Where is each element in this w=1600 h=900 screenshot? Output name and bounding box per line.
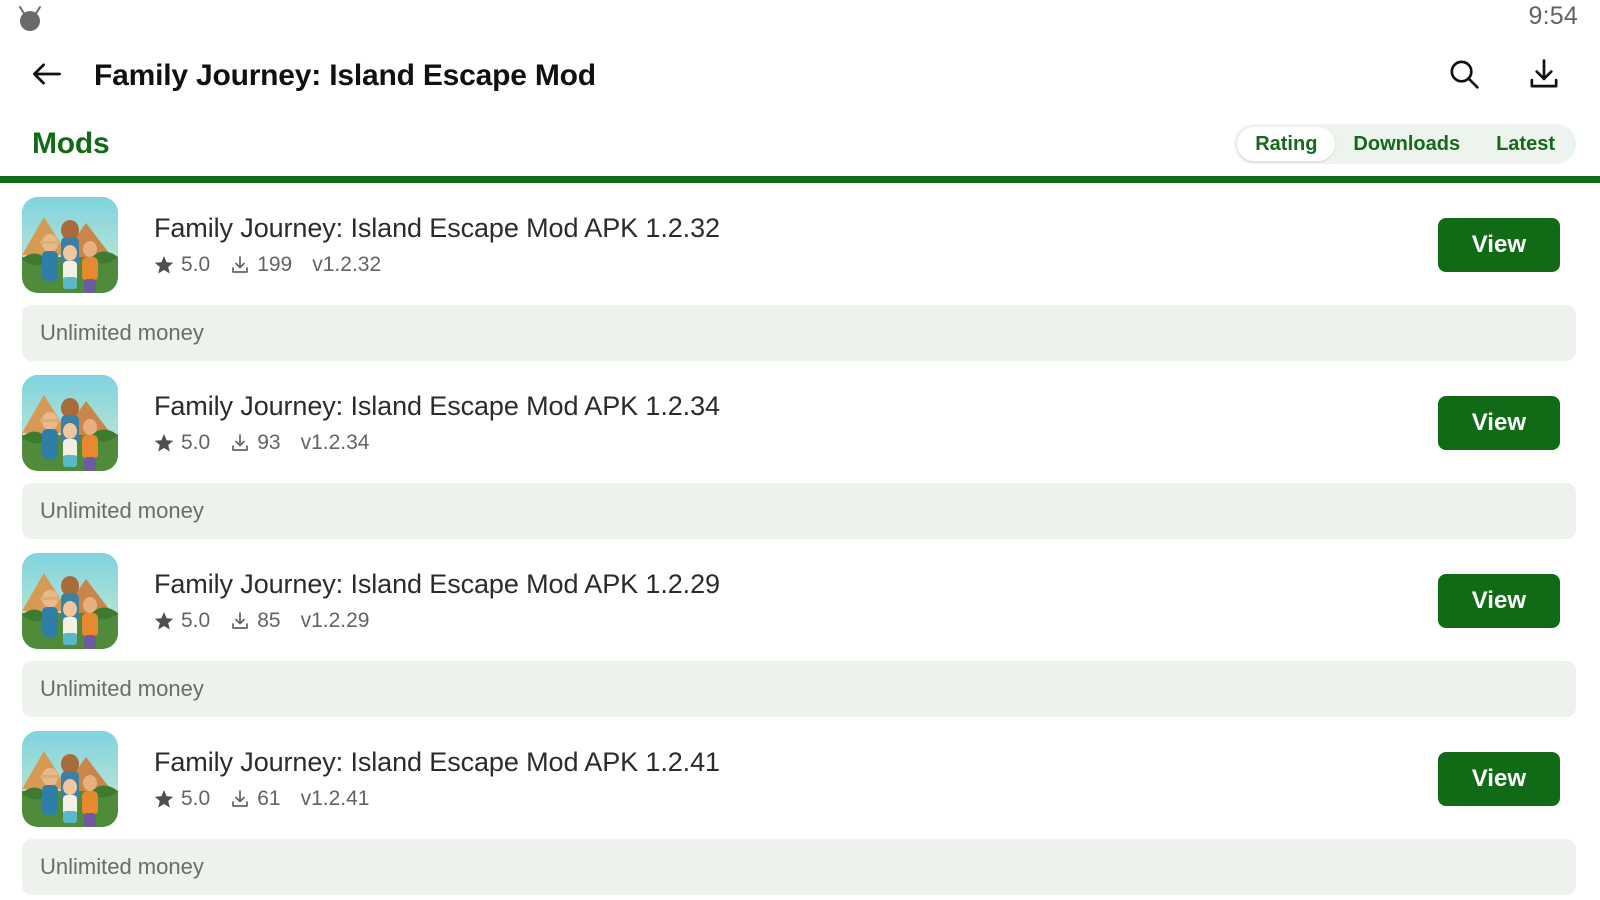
download-count: 199 (257, 253, 293, 276)
feature-label: Unlimited money (40, 854, 204, 879)
view-button[interactable]: View (1437, 574, 1560, 628)
version-label: v1.2.34 (300, 431, 370, 454)
rating-value: 5.0 (181, 253, 211, 276)
app-icon (22, 553, 118, 649)
feature-row: Unlimited money (22, 483, 1576, 539)
feature-row: Unlimited money (22, 305, 1576, 361)
mod-meta: 5.0 85 v1.2.29 (154, 609, 1438, 633)
mod-title: Family Journey: Island Escape Mod APK 1.… (154, 569, 720, 599)
rating-value: 5.0 (181, 609, 211, 632)
sort-tab-group: Rating Downloads Latest (1234, 124, 1576, 164)
status-clock: 9:54 (1528, 2, 1578, 30)
list-item[interactable]: Family Journey: Island Escape Mod APK 1.… (0, 361, 1600, 477)
downloads-button[interactable] (1518, 50, 1570, 102)
mods-section-header: Mods Rating Downloads Latest (0, 112, 1600, 176)
sort-tab-latest[interactable]: Latest (1478, 127, 1573, 161)
star-icon (154, 789, 174, 809)
mod-info: Family Journey: Island Escape Mod APK 1.… (154, 747, 1438, 811)
view-button[interactable]: View (1437, 396, 1560, 450)
download-count-icon (230, 433, 250, 453)
view-button[interactable]: View (1437, 218, 1560, 272)
section-divider (0, 176, 1600, 183)
version-label: v1.2.32 (312, 253, 382, 276)
star-icon (154, 255, 174, 275)
back-arrow-icon (31, 58, 63, 95)
page-title: Family Journey: Island Escape Mod (94, 59, 596, 92)
star-icon (154, 433, 174, 453)
mod-info: Family Journey: Island Escape Mod APK 1.… (154, 569, 1438, 633)
download-count-icon (230, 789, 250, 809)
android-robot-icon (12, 2, 48, 38)
mods-list: Family Journey: Island Escape Mod APK 1.… (0, 183, 1600, 895)
app-icon (22, 731, 118, 827)
mod-meta: 5.0 199 v1.2.32 (154, 253, 1438, 277)
back-button[interactable] (18, 47, 76, 105)
rating-value: 5.0 (181, 787, 211, 810)
download-count: 93 (257, 431, 281, 454)
rating-value: 5.0 (181, 431, 211, 454)
mod-title: Family Journey: Island Escape Mod APK 1.… (154, 391, 720, 421)
feature-label: Unlimited money (40, 676, 204, 701)
app-bar: Family Journey: Island Escape Mod (0, 40, 1600, 112)
feature-row: Unlimited money (22, 839, 1576, 895)
mod-title: Family Journey: Island Escape Mod APK 1.… (154, 213, 720, 243)
download-count-icon (230, 611, 250, 631)
list-item[interactable]: Family Journey: Island Escape Mod APK 1.… (0, 717, 1600, 833)
app-icon (22, 197, 118, 293)
app-icon (22, 375, 118, 471)
search-button[interactable] (1438, 50, 1490, 102)
sort-tab-downloads[interactable]: Downloads (1335, 127, 1478, 161)
list-item[interactable]: Family Journey: Island Escape Mod APK 1.… (0, 183, 1600, 299)
mod-meta: 5.0 61 v1.2.41 (154, 787, 1438, 811)
search-icon (1447, 57, 1481, 96)
list-item[interactable]: Family Journey: Island Escape Mod APK 1.… (0, 539, 1600, 655)
mod-info: Family Journey: Island Escape Mod APK 1.… (154, 391, 1438, 455)
version-label: v1.2.41 (300, 787, 370, 810)
download-count-icon (230, 255, 250, 275)
mod-meta: 5.0 93 v1.2.34 (154, 431, 1438, 455)
feature-row: Unlimited money (22, 661, 1576, 717)
status-bar: 9:54 (0, 0, 1600, 40)
feature-label: Unlimited money (40, 320, 204, 345)
download-count: 85 (257, 609, 281, 632)
download-icon (1527, 57, 1561, 96)
version-label: v1.2.29 (300, 609, 370, 632)
mod-info: Family Journey: Island Escape Mod APK 1.… (154, 213, 1438, 277)
mod-title: Family Journey: Island Escape Mod APK 1.… (154, 747, 720, 777)
view-button[interactable]: View (1437, 752, 1560, 806)
download-count: 61 (257, 787, 281, 810)
feature-label: Unlimited money (40, 498, 204, 523)
sort-tab-rating[interactable]: Rating (1237, 127, 1336, 161)
star-icon (154, 611, 174, 631)
app-bar-actions (1438, 50, 1570, 102)
section-title: Mods (32, 127, 110, 160)
